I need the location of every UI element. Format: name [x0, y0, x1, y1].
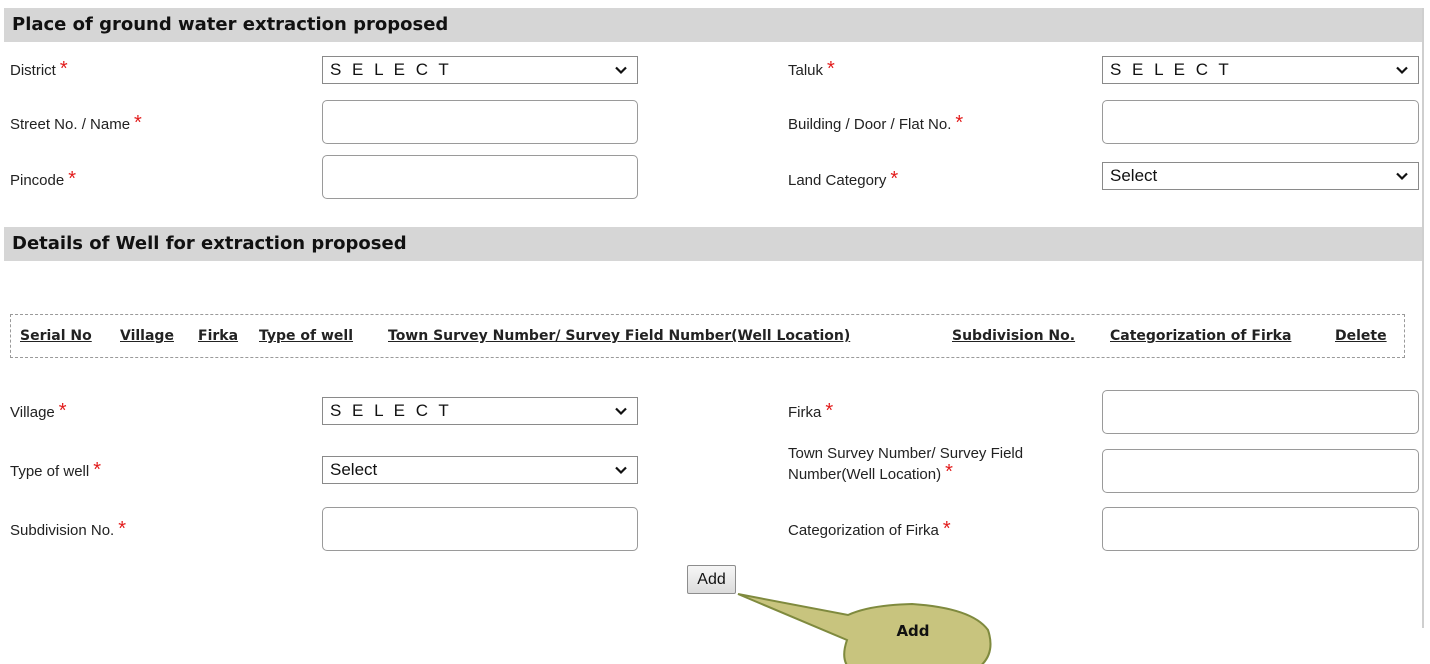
add-callout-bubble — [737, 593, 992, 664]
callout-label: Add — [896, 622, 930, 640]
